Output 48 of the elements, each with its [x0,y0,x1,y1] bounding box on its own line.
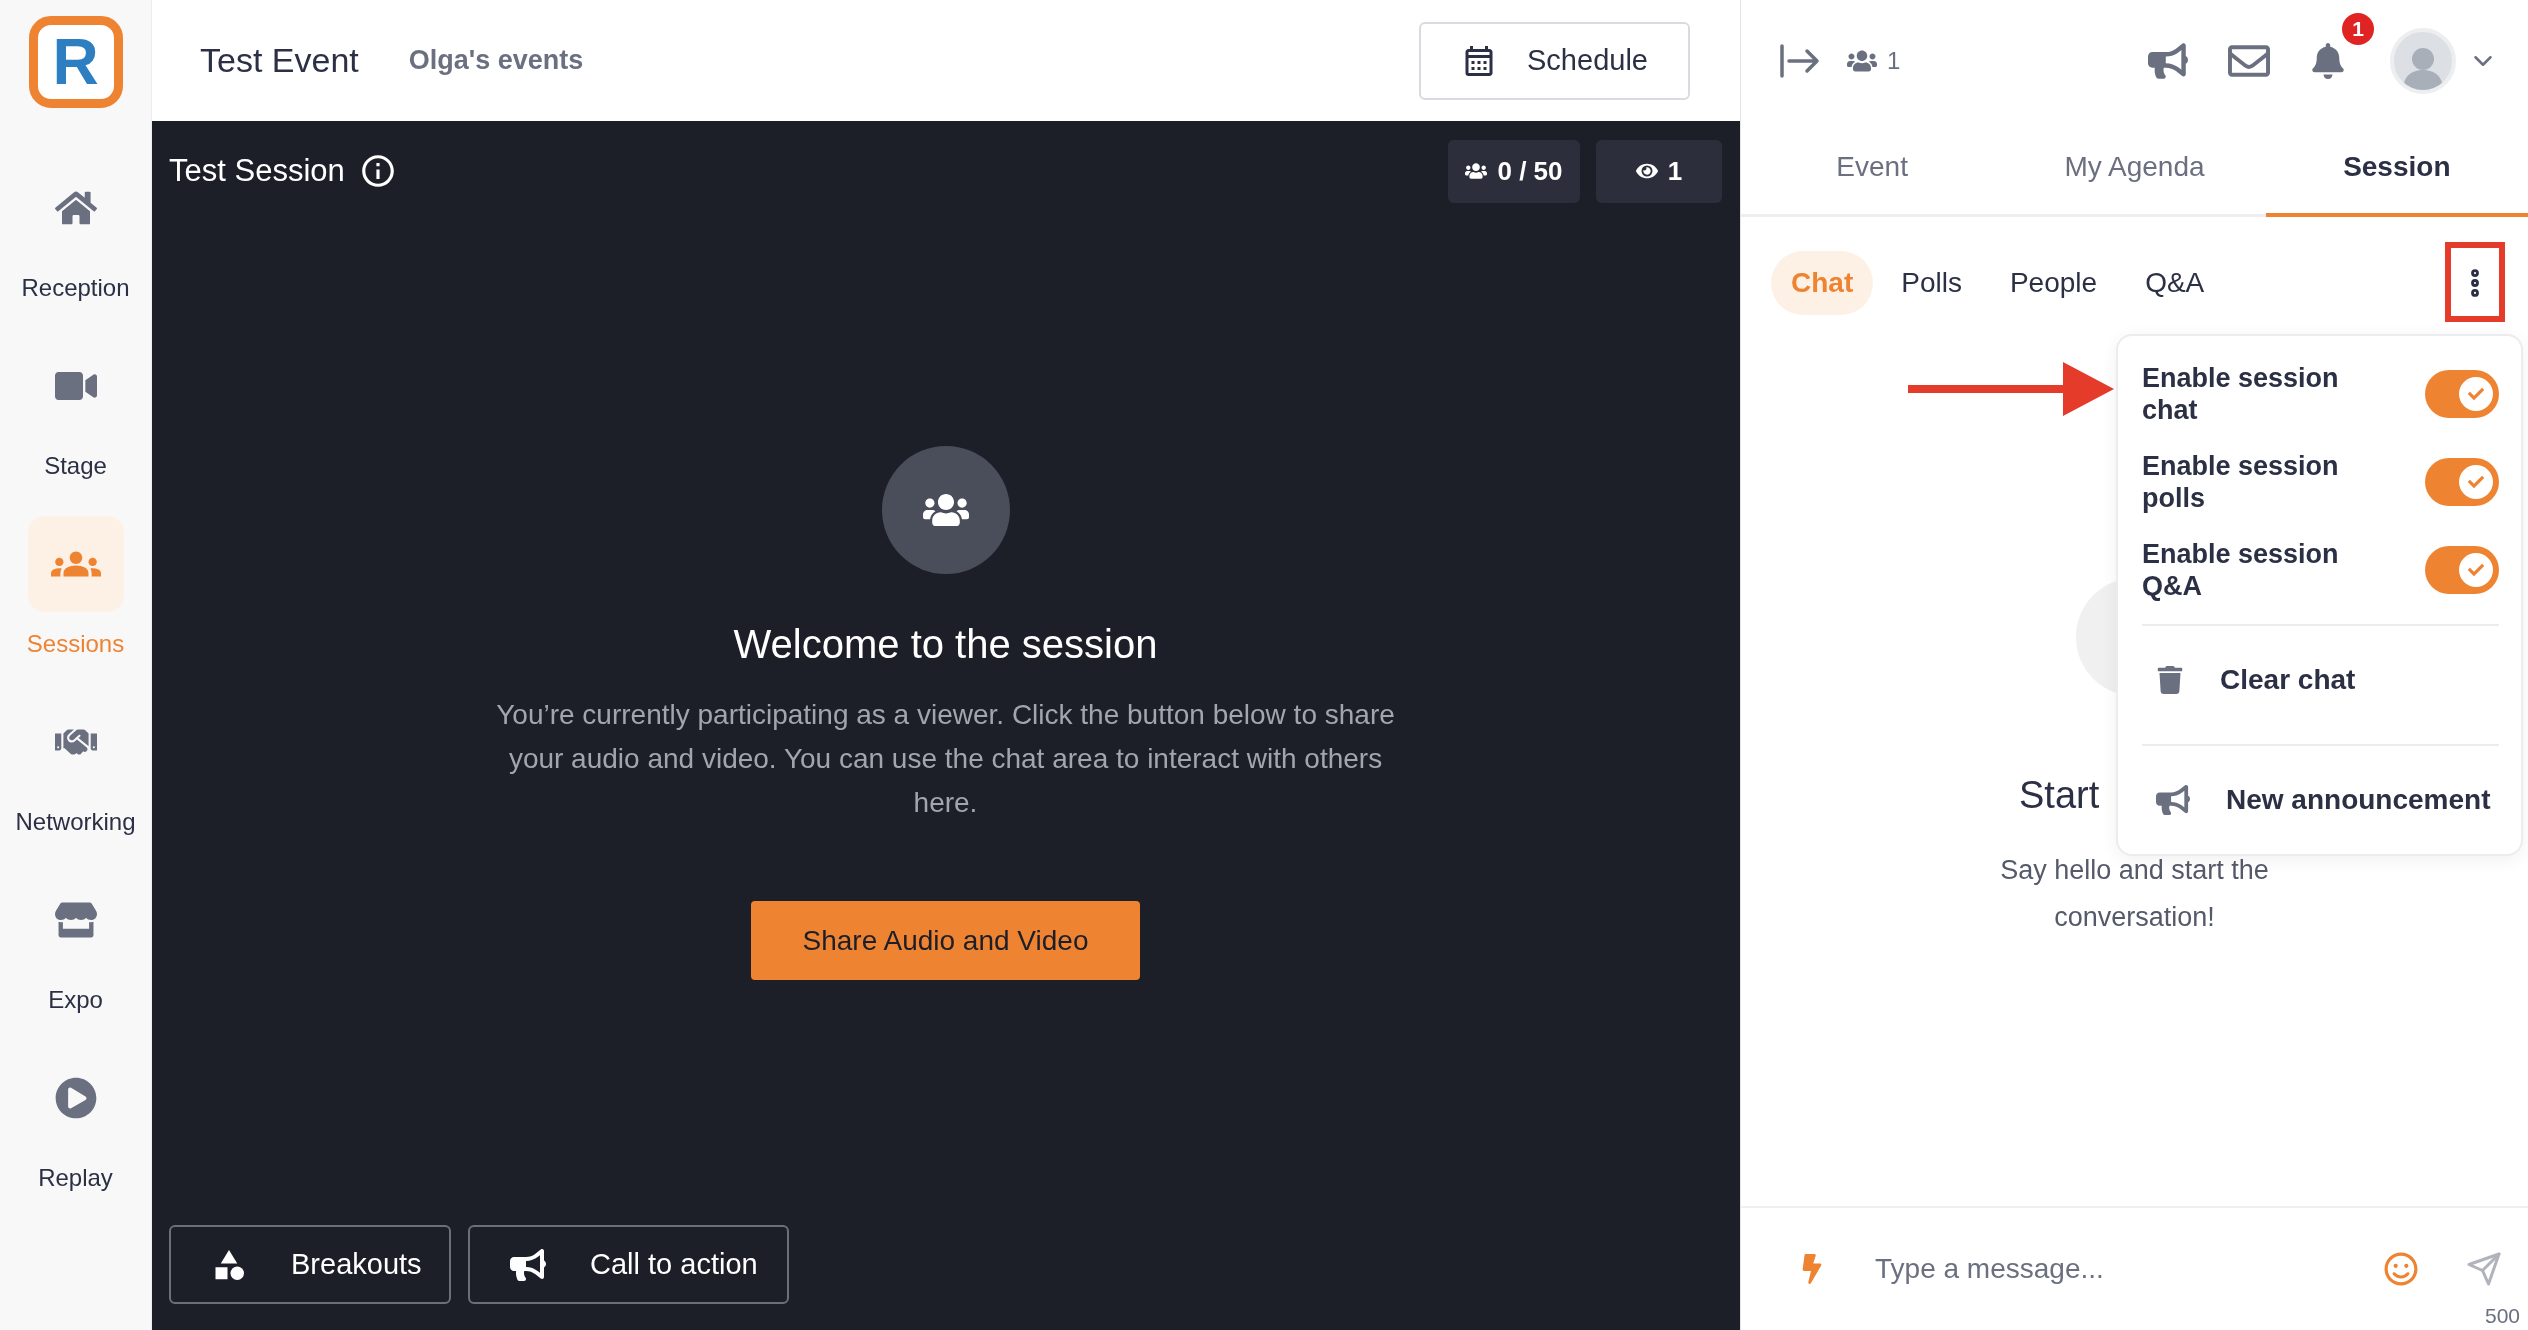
people-icon [1465,160,1488,182]
empty-chat-text: Say hello and start the conversation! [1999,854,2270,934]
toggle-switch[interactable] [2425,458,2499,506]
check-icon [2468,386,2484,402]
notification-badge: 1 [2342,12,2374,45]
sidebar-item[interactable]: Expo [0,872,152,1050]
toggle-switch[interactable] [2425,370,2499,418]
clear-chat-item[interactable]: Clear chat [2142,626,2499,734]
play-icon [54,1077,97,1119]
app-logo: R [28,16,123,108]
empty-chat-title: Start [2019,774,2100,817]
chat-subtab[interactable]: Polls [1881,251,1982,315]
megaphone-icon[interactable] [2148,40,2188,81]
megaphone-icon [510,1246,546,1283]
attendee-count: 1 [1887,46,1901,75]
panel-tab[interactable]: Session [2265,121,2528,217]
check-icon [2468,474,2484,490]
chat-subtab[interactable]: Q&A [2125,251,2225,315]
panel-tab[interactable]: Event [1741,121,2004,217]
toggle-label: Enable session polls [2142,450,2340,514]
chat-subtab[interactable]: People [1989,251,2118,315]
participants-count: 0 / 50 [1497,155,1563,187]
panel-tab[interactable]: My Agenda [2003,121,2266,217]
organizer-name: Olga's events [408,45,584,76]
emoji-icon[interactable] [2384,1252,2418,1286]
event-title: Test Event [200,41,359,80]
viewers-count: 1 [1667,155,1683,187]
sidebar-item[interactable]: Replay [0,1050,152,1228]
schedule-button[interactable]: Schedule [1419,21,1690,100]
sidebar-item[interactable]: Reception [0,160,152,338]
session-title: Test Session [169,153,345,189]
toggle-label: Enable session chat [2142,362,2340,426]
toggle-switch[interactable] [2425,546,2499,594]
call-to-action-button[interactable]: Call to action [468,1225,789,1304]
welcome-title: Welcome to the session [733,622,1158,667]
new-announcement-item[interactable]: New announcement [2142,746,2499,854]
breakouts-button[interactable]: Breakouts [169,1225,451,1304]
share-audio-video-button[interactable]: Share Audio and Video [751,901,1140,980]
sidebar-item[interactable]: Networking [0,694,152,872]
welcome-text: You’re currently participating as a viewer. Click the button below to share your audio and video. You can use the chat area to interact with others here. [495,698,1396,820]
trash-icon [2156,666,2184,694]
exit-arrow-icon[interactable] [1779,43,1821,78]
character-limit: 500 [2484,1304,2520,1328]
toggle-label: Enable session Q&A [2142,538,2340,602]
megaphone-icon [2156,783,2190,817]
bell-icon[interactable] [2310,42,2346,79]
check-icon [2468,562,2484,578]
sidebar-item[interactable]: Stage [0,338,152,516]
